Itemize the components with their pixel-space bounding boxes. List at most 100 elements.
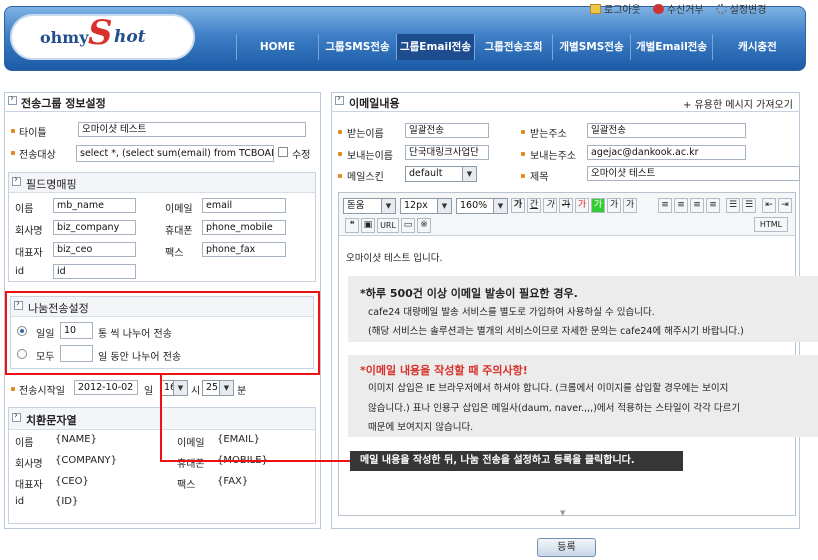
- split-days-radio[interactable]: [17, 349, 27, 359]
- quote-icon[interactable]: ❝: [345, 218, 359, 233]
- map-input-name[interactable]: mb_name: [53, 198, 136, 213]
- title-input[interactable]: 오마이샷 테스트: [78, 122, 306, 137]
- map-input-email[interactable]: email: [202, 198, 286, 213]
- nav-single-sms[interactable]: 개별SMS전송: [552, 34, 630, 60]
- bullet-icon: [521, 174, 525, 178]
- logo-ohmy: ohmy: [40, 28, 89, 47]
- map-input-fax[interactable]: phone_fax: [202, 242, 286, 257]
- start-hour-select[interactable]: 16: [160, 380, 188, 396]
- import-message-link[interactable]: + 유용한 메시지 가져오기: [683, 96, 793, 111]
- settings-link[interactable]: 설정변경: [715, 1, 766, 16]
- notice2-line3: 때문에 보여지지 않습니다.: [368, 422, 474, 433]
- align-left-icon[interactable]: ≡: [658, 198, 672, 213]
- edit-label: 수정: [292, 150, 311, 161]
- bullet-icon: [521, 152, 525, 156]
- title-label: 타이틀: [19, 128, 47, 139]
- align-right-icon[interactable]: ≡: [690, 198, 704, 213]
- skin-select[interactable]: default: [405, 166, 477, 182]
- divider: [4, 111, 321, 112]
- bullet-icon: [338, 130, 342, 134]
- recv-addr-input[interactable]: 일괄전송: [587, 123, 746, 138]
- split-days-input[interactable]: [60, 345, 93, 362]
- nav-group-sms[interactable]: 그룹SMS전송: [318, 34, 396, 60]
- notice1-title: *하루 500건 이상 이메일 발송이 필요한 경우.: [360, 287, 578, 300]
- start-hour-unit: 시: [191, 386, 201, 397]
- skin-label: 메일스킨: [347, 172, 384, 183]
- indent-icon[interactable]: ⇥: [778, 198, 792, 213]
- nav-cash[interactable]: 캐시충전: [712, 34, 802, 60]
- split-daily-radio[interactable]: [17, 326, 27, 336]
- logo-s: S: [88, 13, 113, 53]
- subst-value-fax: {FAX}: [217, 476, 249, 487]
- map-input-mobile[interactable]: phone_mobile: [202, 220, 286, 235]
- panel-toggle-icon[interactable]: [14, 298, 23, 310]
- group-settings-title: 전송그룹 정보설정: [21, 97, 106, 110]
- split-daily-label: 일일: [36, 329, 55, 340]
- nav-group-email[interactable]: 그룹Email전송: [396, 34, 474, 60]
- bullet-list-icon[interactable]: ☰: [742, 198, 756, 213]
- email-content-title: 이메일내용: [349, 97, 400, 110]
- panel-toggle-icon[interactable]: [8, 93, 17, 105]
- edit-checkbox[interactable]: [278, 147, 288, 157]
- unsubscribe-link[interactable]: 수신거부: [652, 1, 704, 16]
- map-input-id[interactable]: id: [53, 264, 136, 279]
- font-size-select[interactable]: 12px: [400, 198, 452, 214]
- panel-toggle-icon[interactable]: [12, 174, 21, 186]
- substitution-title: 치환문자열: [26, 414, 77, 427]
- align-justify-icon[interactable]: ≡: [706, 198, 720, 213]
- nav-single-email[interactable]: 개별Email전송: [630, 34, 712, 60]
- italic-button[interactable]: 가: [543, 198, 557, 213]
- notice2-title: *이메일 내용을 작성할 때 주의사항!: [360, 364, 528, 377]
- image-icon[interactable]: ▣: [361, 218, 375, 233]
- strike-button[interactable]: 가: [559, 198, 573, 213]
- split-daily-count-input[interactable]: 10: [60, 322, 93, 339]
- bold-button[interactable]: 가: [511, 198, 525, 213]
- callout-banner: 메일 내용을 작성한 뒤, 나눔 전송을 설정하고 등록을 클릭합니다.: [350, 451, 683, 471]
- send-addr-input[interactable]: agejac@dankook.ac.kr: [587, 145, 746, 160]
- start-minute-select[interactable]: 25: [202, 380, 234, 396]
- url-button[interactable]: URL: [377, 218, 399, 233]
- subscript-button[interactable]: 가: [623, 198, 637, 213]
- resize-handle-icon[interactable]: ▼: [560, 509, 565, 517]
- subject-input[interactable]: 오마이샷 테스트: [587, 166, 800, 181]
- start-date-input[interactable]: 2012-10-02: [74, 380, 138, 395]
- start-minute-unit: 분: [237, 386, 247, 397]
- send-addr-label: 보내는주소: [530, 151, 576, 162]
- line-height-select[interactable]: 160%: [456, 198, 508, 214]
- submit-button[interactable]: 등록: [537, 538, 596, 557]
- folder-icon: [590, 4, 601, 14]
- target-query-input[interactable]: select *, (select sum(email) from TCBOAI: [76, 145, 274, 162]
- subst-value-email: {EMAIL}: [217, 434, 261, 445]
- nav-home[interactable]: HOME: [236, 34, 318, 60]
- field-mapping-title: 필드명매핑: [26, 178, 77, 191]
- map-input-ceo[interactable]: biz_ceo: [53, 242, 136, 257]
- logout-link[interactable]: 로그아웃: [590, 1, 641, 16]
- font-color-button[interactable]: 가: [575, 198, 589, 213]
- underline-button[interactable]: 간: [527, 198, 541, 213]
- special-char-icon[interactable]: ※: [417, 218, 431, 233]
- bg-color-button[interactable]: 가: [591, 198, 605, 213]
- notice1-line2: (해당 서비스는 솔루션과는 별개의 서비스이므로 자세한 문의는 cafe24…: [368, 326, 744, 337]
- table-icon[interactable]: ▭: [401, 218, 415, 233]
- superscript-button[interactable]: 가: [607, 198, 621, 213]
- map-label-ceo: 대표자: [15, 248, 43, 259]
- start-day-unit: 일: [144, 386, 154, 397]
- recv-name-input[interactable]: 일괄전송: [405, 123, 489, 138]
- ordered-list-icon[interactable]: ☰: [726, 198, 740, 213]
- map-input-company[interactable]: biz_company: [53, 220, 136, 235]
- outdent-icon[interactable]: ⇤: [762, 198, 776, 213]
- send-name-input[interactable]: 단국대링크사업단: [405, 145, 489, 160]
- subst-label-name: 이름: [15, 438, 34, 449]
- font-select[interactable]: 돋움: [343, 198, 396, 214]
- split-days-suffix: 일 동안 나누어 전송: [98, 352, 182, 363]
- target-label: 전송대상: [19, 150, 56, 161]
- panel-toggle-icon[interactable]: [335, 93, 344, 105]
- subst-label-mobile: 휴대폰: [177, 459, 205, 470]
- html-button[interactable]: HTML: [754, 217, 788, 232]
- bullet-icon: [11, 387, 15, 391]
- subst-value-id: {ID}: [55, 496, 79, 507]
- top-links: 로그아웃 수신거부 설정변경: [590, 1, 766, 16]
- nav-group-history[interactable]: 그룹전송조회: [474, 34, 552, 60]
- align-center-icon[interactable]: ≡: [674, 198, 688, 213]
- panel-toggle-icon[interactable]: [12, 410, 21, 422]
